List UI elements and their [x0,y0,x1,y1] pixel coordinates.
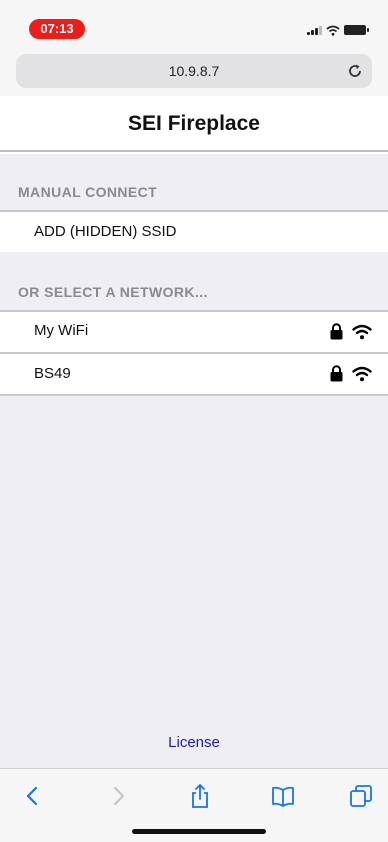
home-indicator[interactable] [132,829,266,834]
lock-icon [330,323,343,340]
bookmarks-icon[interactable] [270,783,296,809]
network-icons [330,323,372,340]
status-bar: 07:13 [0,0,388,46]
address-bar[interactable]: 10.9.8.7 [16,54,372,88]
cellular-signal-icon [307,25,322,35]
select-network-header: OR SELECT A NETWORK... [18,284,208,300]
main-content: MANUAL CONNECT ADD (HIDDEN) SSID OR SELE… [0,154,388,768]
add-hidden-ssid-label: ADD (HIDDEN) SSID [34,223,177,240]
network-row-my-wifi[interactable]: My WiFi [0,312,388,352]
network-ssid: My WiFi [34,322,89,339]
wifi-icon [352,366,372,381]
network-icons [330,365,372,382]
share-icon[interactable] [187,783,213,809]
browser-address-area: 10.9.8.7 [0,46,388,96]
status-wifi-icon [326,25,340,36]
add-hidden-ssid-row[interactable]: ADD (HIDDEN) SSID [0,212,388,252]
license-link[interactable]: License [0,734,388,751]
lock-icon [330,365,343,382]
page-header: SEI Fireplace [0,96,388,152]
page-title: SEI Fireplace [128,112,260,135]
network-row-bs49[interactable]: BS49 [0,354,388,394]
divider [0,394,388,396]
reload-icon[interactable] [346,62,364,80]
wifi-icon [352,324,372,339]
status-icons [307,24,369,36]
back-icon[interactable] [20,783,46,809]
tabs-icon[interactable] [348,783,374,809]
network-ssid: BS49 [34,365,71,382]
manual-connect-header: MANUAL CONNECT [18,184,158,200]
status-time[interactable]: 07:13 [29,19,85,39]
battery-icon [344,25,369,35]
forward-icon[interactable] [105,783,131,809]
url-text[interactable]: 10.9.8.7 [16,54,372,88]
